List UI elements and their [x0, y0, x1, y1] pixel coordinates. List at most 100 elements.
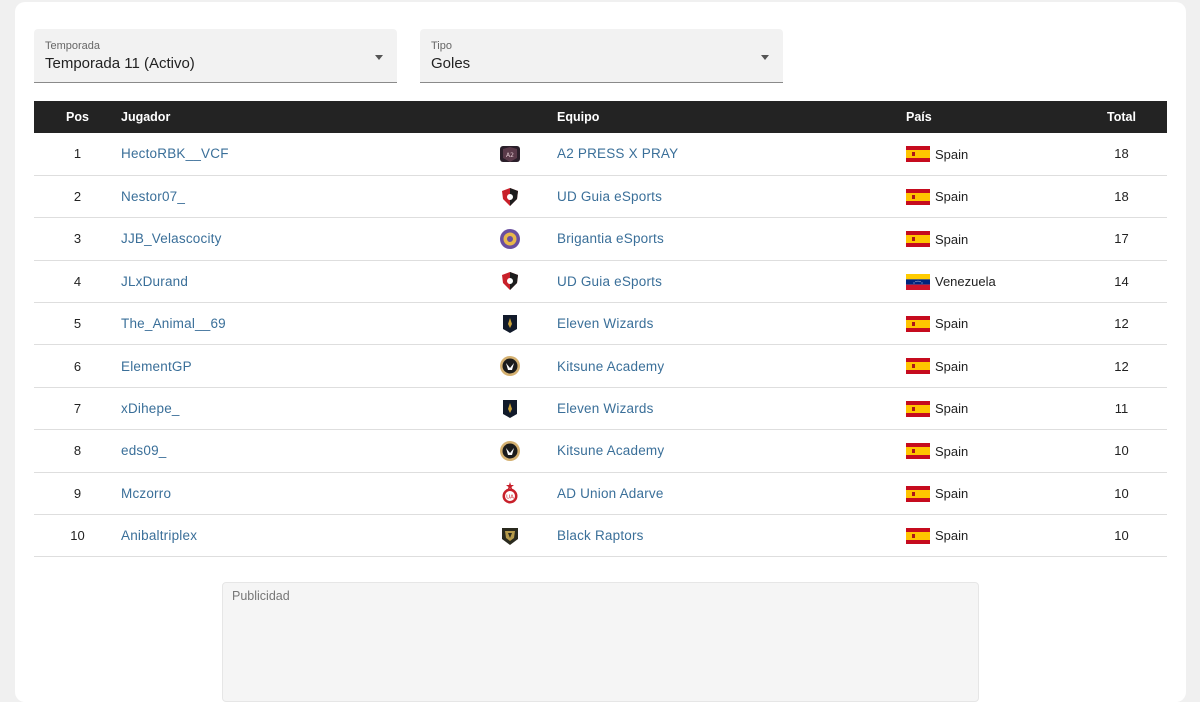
ud-guia-logo-icon — [499, 270, 521, 292]
player-link[interactable]: Nestor07_ — [121, 189, 185, 204]
team-link[interactable]: Brigantia eSports — [557, 231, 664, 246]
team-cell: Eleven Wizards — [557, 387, 906, 429]
kitsune-logo-icon — [499, 355, 521, 377]
row-pos: 6 — [73, 358, 82, 374]
player-cell: JLxDurand — [121, 260, 499, 302]
spain-flag-icon — [906, 316, 930, 333]
team-logo-cell — [499, 430, 557, 472]
country-name: Spain — [935, 486, 969, 502]
row-total: 12 — [1114, 316, 1129, 332]
header-team: Equipo — [557, 110, 600, 124]
team-cell: UD Guia eSports — [557, 175, 906, 217]
row-total: 11 — [1114, 401, 1129, 417]
table-body: 1 HectoRBK__VCF A2 A2 PRESS X PRAY Spain 18 2 N… — [34, 133, 1167, 557]
player-link[interactable]: The_Animal__69 — [121, 316, 226, 331]
table-row: 3 JJB_Velascocity Brigantia eSports Spain 17 — [34, 218, 1167, 261]
header-country: País — [906, 110, 932, 124]
player-link[interactable]: JLxDurand — [121, 274, 188, 289]
table-row: 8 eds09_ Kitsune Academy Spain 10 — [34, 430, 1167, 473]
svg-text:UA: UA — [506, 495, 514, 501]
player-cell: Nestor07_ — [121, 175, 499, 217]
country-cell: Spain — [906, 515, 1076, 557]
spain-flag-icon — [906, 358, 930, 375]
row-pos: 7 — [73, 401, 82, 417]
team-link[interactable]: UD Guia eSports — [557, 189, 662, 204]
eleven-wizards-logo-icon — [499, 313, 521, 335]
row-total: 17 — [1114, 231, 1129, 247]
player-cell: ElementGP — [121, 345, 499, 387]
venezuela-flag-icon — [906, 273, 930, 290]
team-link[interactable]: Kitsune Academy — [557, 359, 664, 374]
dropdown-arrow-icon — [375, 55, 383, 60]
header-player: Jugador — [121, 110, 171, 124]
country-name: Spain — [935, 316, 969, 332]
player-link[interactable]: Anibaltriplex — [121, 528, 197, 543]
country-cell: Spain — [906, 387, 1076, 429]
player-link[interactable]: HectoRBK__VCF — [121, 146, 229, 161]
eleven-wizards-logo-icon — [499, 398, 521, 420]
content-card: Temporada Temporada 11 (Activo) Tipo Gol… — [15, 2, 1186, 702]
team-logo-cell — [499, 218, 557, 260]
season-select-value: Temporada 11 (Activo) — [45, 55, 195, 72]
player-cell: Anibaltriplex — [121, 515, 499, 557]
team-link[interactable]: Eleven Wizards — [557, 316, 654, 331]
spain-flag-icon — [906, 188, 930, 205]
team-logo-cell: A2 — [499, 133, 557, 175]
row-pos: 10 — [70, 528, 85, 544]
country-name: Spain — [935, 146, 969, 162]
team-cell: A2 PRESS X PRAY — [557, 133, 906, 175]
team-cell: Black Raptors — [557, 515, 906, 557]
team-link[interactable]: Eleven Wizards — [557, 401, 654, 416]
season-select-label: Temporada — [45, 40, 101, 52]
country-cell: Spain — [906, 133, 1076, 175]
table-header-row: Pos Jugador Equipo País Total — [34, 101, 1167, 133]
team-cell: UD Guia eSports — [557, 260, 906, 302]
row-pos: 2 — [73, 189, 82, 205]
country-cell: Spain — [906, 218, 1076, 260]
team-link[interactable]: A2 PRESS X PRAY — [557, 146, 678, 161]
row-pos: 9 — [73, 485, 82, 501]
country-cell: Spain — [906, 175, 1076, 217]
player-link[interactable]: JJB_Velascocity — [121, 231, 222, 246]
spain-flag-icon — [906, 443, 930, 460]
team-logo-cell — [499, 303, 557, 345]
table-row: 5 The_Animal__69 Eleven Wizards Spain 12 — [34, 303, 1167, 345]
spain-flag-icon — [906, 527, 930, 544]
player-link[interactable]: ElementGP — [121, 359, 192, 374]
row-total: 10 — [1114, 443, 1129, 459]
ad-label: Publicidad — [232, 589, 290, 603]
team-link[interactable]: Kitsune Academy — [557, 443, 664, 458]
table-row: 7 xDihepe_ Eleven Wizards Spain 11 — [34, 387, 1167, 430]
spain-flag-icon — [906, 146, 930, 163]
season-select[interactable]: Temporada Temporada 11 (Activo) — [34, 29, 397, 83]
player-cell: eds09_ — [121, 430, 499, 472]
player-cell: Mczorro — [121, 472, 499, 514]
country-name: Spain — [935, 358, 969, 374]
team-link[interactable]: UD Guia eSports — [557, 274, 662, 289]
row-pos: 5 — [73, 316, 82, 332]
country-name: Spain — [935, 189, 969, 205]
stats-table: Pos Jugador Equipo País Total 1 HectoRBK_… — [34, 101, 1167, 557]
player-cell: HectoRBK__VCF — [121, 133, 499, 175]
team-cell: Eleven Wizards — [557, 303, 906, 345]
union-adarve-logo-icon: UA — [499, 482, 521, 504]
player-link[interactable]: eds09_ — [121, 443, 167, 458]
player-cell: xDihepe_ — [121, 387, 499, 429]
type-select[interactable]: Tipo Goles — [420, 29, 783, 83]
header-total: Total — [1107, 110, 1136, 124]
player-link[interactable]: xDihepe_ — [121, 401, 180, 416]
row-total: 18 — [1114, 146, 1129, 162]
header-pos: Pos — [66, 110, 89, 124]
country-cell: Venezuela — [906, 260, 1076, 302]
table-row: 10 Anibaltriplex Black Raptors Spain 10 — [34, 515, 1167, 557]
team-cell: Kitsune Academy — [557, 345, 906, 387]
country-cell: Spain — [906, 303, 1076, 345]
team-link[interactable]: AD Union Adarve — [557, 486, 664, 501]
spain-flag-icon — [906, 485, 930, 502]
row-pos: 1 — [73, 146, 82, 162]
player-link[interactable]: Mczorro — [121, 486, 171, 501]
team-link[interactable]: Black Raptors — [557, 528, 644, 543]
country-cell: Spain — [906, 430, 1076, 472]
player-cell: JJB_Velascocity — [121, 218, 499, 260]
player-cell: The_Animal__69 — [121, 303, 499, 345]
